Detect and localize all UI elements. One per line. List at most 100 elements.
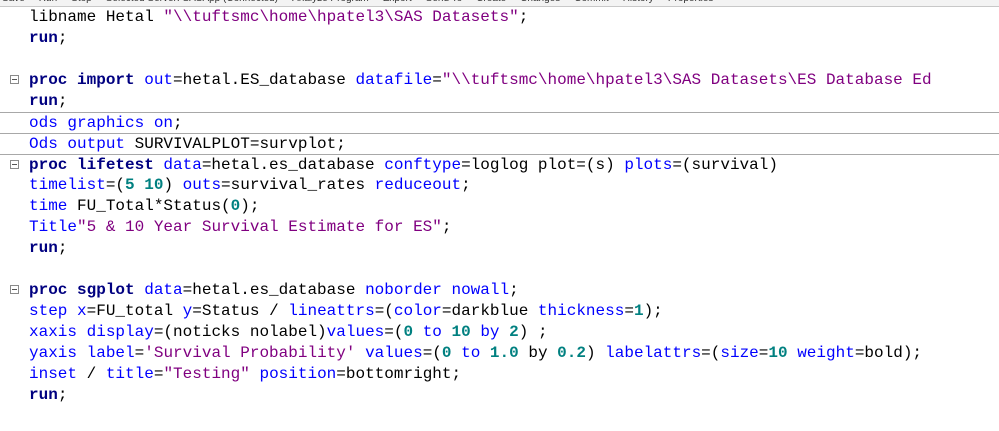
code-line[interactable]: Ods output SURVIVALPLOT=survplot; bbox=[0, 133, 999, 155]
toolbar-item-analyze-program[interactable]: Analyze Program bbox=[292, 0, 369, 4]
code-token: x bbox=[77, 302, 87, 320]
code-token: =(noticks nolabel) bbox=[153, 323, 327, 341]
fold-toggle-icon[interactable] bbox=[10, 285, 19, 294]
code-token: display bbox=[86, 323, 154, 341]
toolbar-item-properties[interactable]: Properties bbox=[668, 0, 714, 4]
code-line[interactable] bbox=[0, 259, 999, 280]
code-line[interactable]: ods graphics on; bbox=[0, 112, 999, 134]
code-token: 0 bbox=[441, 344, 452, 362]
code-token: position bbox=[259, 365, 337, 383]
code-token: =bottomright; bbox=[336, 365, 462, 383]
code-line[interactable]: proc sgplot data=hetal.es_database nobor… bbox=[0, 280, 999, 301]
code-line[interactable]: run; bbox=[0, 238, 999, 259]
code-token: label bbox=[86, 344, 135, 362]
fold-toggle-icon[interactable] bbox=[10, 75, 19, 84]
code-line[interactable] bbox=[0, 49, 999, 70]
code-token: 0 bbox=[230, 197, 241, 215]
code-token: =hetal.es_database bbox=[182, 281, 366, 299]
code-token: ) bbox=[163, 176, 183, 194]
code-line[interactable]: inset / title="Testing" position=bottomr… bbox=[0, 364, 999, 385]
code-line[interactable]: run; bbox=[0, 28, 999, 49]
code-token: ; bbox=[57, 29, 68, 47]
code-token: ; bbox=[441, 218, 452, 236]
code-editor[interactable]: libname Hetal "\\tuftsmc\home\hpatel3\SA… bbox=[0, 7, 999, 431]
code-token: ; bbox=[57, 239, 68, 257]
code-token: =( bbox=[374, 302, 394, 320]
toolbar-item-send-to[interactable]: Send To bbox=[426, 0, 463, 4]
toolbar-item-history[interactable]: History bbox=[623, 0, 654, 4]
code-token: ); bbox=[643, 302, 663, 320]
code-token: 5 bbox=[125, 176, 135, 194]
code-token: xaxis bbox=[29, 323, 87, 341]
toolbar-item-changes[interactable]: Changes bbox=[520, 0, 560, 4]
code-token: =hetal.ES_database bbox=[173, 71, 356, 89]
code-line[interactable]: run; bbox=[0, 385, 999, 406]
code-token: =( bbox=[384, 323, 404, 341]
toolbar-item-save[interactable]: Save bbox=[2, 0, 25, 4]
code-line[interactable]: libname Hetal "\\tuftsmc\home\hpatel3\SA… bbox=[0, 7, 999, 28]
code-token: = bbox=[432, 71, 442, 89]
code-token: =(survival) bbox=[672, 156, 778, 174]
code-token: "Testing" bbox=[163, 365, 250, 383]
code-token: = bbox=[758, 344, 769, 362]
code-token: ; bbox=[57, 92, 68, 110]
code-token: ; bbox=[173, 114, 183, 132]
code-line[interactable]: xaxis display=(noticks nolabel)values=(0… bbox=[0, 322, 999, 343]
toolbar-item-run[interactable]: Run bbox=[39, 0, 57, 4]
code-token: / bbox=[86, 365, 106, 383]
code-token: 10 bbox=[451, 323, 471, 341]
code-token: FU_Total*Status( bbox=[77, 197, 231, 215]
code-token: inset bbox=[29, 365, 87, 383]
toolbar-item-commit[interactable]: Commit bbox=[574, 0, 608, 4]
code-token: 'Survival Probability' bbox=[144, 344, 356, 362]
code-line[interactable]: proc import out=hetal.ES_database datafi… bbox=[0, 70, 999, 91]
code-token: weight bbox=[797, 344, 855, 362]
code-line[interactable]: Title"5 & 10 Year Survival Estimate for … bbox=[0, 217, 999, 238]
toolbar-item-selected-server-sasapp-connected[interactable]: Selected Server: SASApp (Connected) bbox=[106, 0, 278, 4]
code-line[interactable]: timelist=(5 10) outs=survival_rates redu… bbox=[0, 175, 999, 196]
code-token: by bbox=[518, 344, 558, 362]
code-token: thickness bbox=[537, 302, 625, 320]
code-token: step bbox=[29, 302, 78, 320]
code-text: timelist=(5 10) outs=survival_rates redu… bbox=[29, 175, 471, 196]
code-token: run bbox=[29, 386, 58, 404]
code-line[interactable]: run; bbox=[0, 91, 999, 112]
code-line[interactable]: time FU_Total*Status(0); bbox=[0, 196, 999, 217]
code-token: "5 & 10 Year Survival Estimate for ES" bbox=[77, 218, 442, 236]
code-token: to bbox=[461, 344, 481, 362]
code-token: Ods output bbox=[29, 135, 135, 153]
code-token: 10 bbox=[144, 176, 164, 194]
toolbar-items: Save Run Stop Selected Server: SASApp (Conn… bbox=[2, 0, 727, 4]
code-token: ); bbox=[240, 197, 260, 215]
code-line[interactable]: yaxis label='Survival Probability' value… bbox=[0, 343, 999, 364]
toolbar-item-export[interactable]: Export bbox=[383, 0, 412, 4]
code-token: conftype bbox=[384, 156, 462, 174]
toolbar-item-create[interactable]: Create bbox=[476, 0, 506, 4]
code-token: size bbox=[720, 344, 759, 362]
code-token: to bbox=[422, 323, 442, 341]
code-text: Ods output SURVIVALPLOT=survplot; bbox=[29, 134, 346, 155]
code-token: datafile bbox=[355, 71, 433, 89]
code-text: libname Hetal "\\tuftsmc\home\hpatel3\SA… bbox=[29, 7, 528, 28]
code-token: ) bbox=[585, 344, 606, 362]
code-token: =( bbox=[422, 344, 442, 362]
toolbar-item-stop[interactable]: Stop bbox=[71, 0, 92, 4]
code-text: yaxis label='Survival Probability' value… bbox=[29, 343, 922, 364]
code-token: 2 bbox=[509, 323, 519, 341]
code-token: lineattrs bbox=[288, 302, 375, 320]
code-token: 0 bbox=[403, 323, 414, 341]
editor-toolbar: Save Run Stop Selected Server: SASApp (Conn… bbox=[0, 0, 999, 7]
code-token: libname Hetal bbox=[29, 8, 164, 26]
code-line[interactable]: proc lifetest data=hetal.es_database con… bbox=[0, 154, 999, 176]
code-line[interactable]: step x=FU_total y=Status / lineattrs=(co… bbox=[0, 301, 999, 322]
code-token: ) ; bbox=[518, 323, 548, 341]
fold-toggle-icon[interactable] bbox=[10, 160, 19, 169]
code-token: y bbox=[182, 302, 193, 320]
code-token: =survival_rates bbox=[221, 176, 375, 194]
code-token: yaxis bbox=[29, 344, 87, 362]
code-token: plots bbox=[624, 156, 673, 174]
